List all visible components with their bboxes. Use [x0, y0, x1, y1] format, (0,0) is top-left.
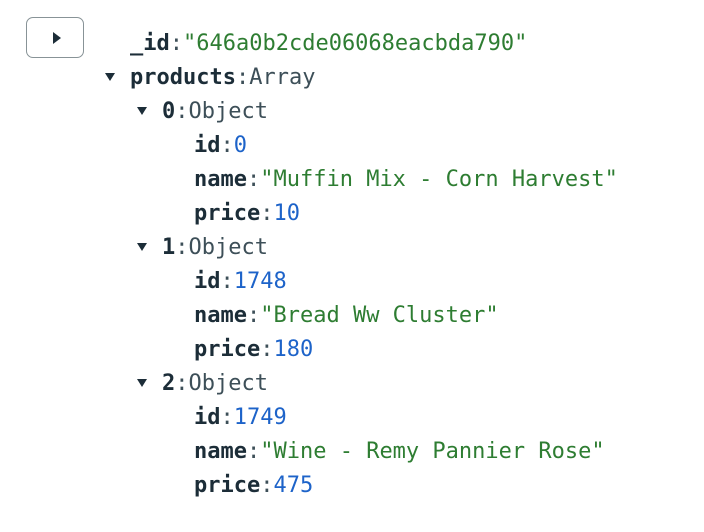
caret-down-icon[interactable] — [137, 243, 147, 251]
field-key: id — [194, 404, 221, 430]
expand-document-button[interactable] — [26, 17, 84, 58]
array-item-1: 1: Object — [162, 234, 268, 260]
field-value-number: 0 — [233, 132, 247, 158]
caret-down-icon[interactable] — [137, 379, 147, 387]
document-viewer: _id: "646a0b2cde06068eacbda790" products… — [0, 0, 704, 532]
field-type: Object — [188, 98, 268, 124]
field-id: _id: "646a0b2cde06068eacbda790" — [130, 30, 528, 56]
field-type: Object — [188, 234, 268, 260]
field-key: name — [194, 166, 247, 192]
field-row: name: "Muffin Mix - Corn Harvest" — [194, 166, 618, 192]
field-row: name: "Wine - Remy Pannier Rose" — [194, 438, 605, 464]
field-products: products: Array — [130, 64, 316, 90]
field-value-string: "646a0b2cde06068eacbda790" — [183, 30, 528, 56]
field-value-number: 475 — [273, 472, 314, 498]
field-type: Object — [188, 370, 268, 396]
array-index: 1 — [162, 234, 176, 260]
field-row: id: 1748 — [194, 268, 287, 294]
field-row: price: 10 — [194, 200, 300, 226]
field-key: id — [194, 132, 221, 158]
field-value-string: "Bread Ww Cluster" — [260, 302, 499, 328]
field-value-number: 180 — [273, 336, 314, 362]
field-value-number: 10 — [273, 200, 300, 226]
field-key: price — [194, 336, 261, 362]
caret-down-icon[interactable] — [105, 73, 115, 81]
field-key: _id — [130, 30, 170, 56]
field-key: id — [194, 268, 221, 294]
array-item-2: 2: Object — [162, 370, 268, 396]
field-key: name — [194, 302, 247, 328]
field-value-number: 1749 — [233, 404, 287, 430]
field-key: name — [194, 438, 247, 464]
field-key: products — [130, 64, 236, 90]
field-row: price: 475 — [194, 472, 314, 498]
field-key: price — [194, 472, 261, 498]
field-value-string: "Wine - Remy Pannier Rose" — [260, 438, 605, 464]
array-index: 0 — [162, 98, 176, 124]
field-type: Array — [249, 64, 316, 90]
array-index: 2 — [162, 370, 176, 396]
field-row: id: 1749 — [194, 404, 287, 430]
field-value-number: 1748 — [233, 268, 287, 294]
array-item-0: 0: Object — [162, 98, 268, 124]
field-value-string: "Muffin Mix - Corn Harvest" — [260, 166, 618, 192]
caret-down-icon[interactable] — [137, 107, 147, 115]
field-key: price — [194, 200, 261, 226]
play-arrow-icon — [52, 31, 61, 44]
field-row: id: 0 — [194, 132, 247, 158]
field-row: price: 180 — [194, 336, 314, 362]
field-row: name: "Bread Ww Cluster" — [194, 302, 499, 328]
